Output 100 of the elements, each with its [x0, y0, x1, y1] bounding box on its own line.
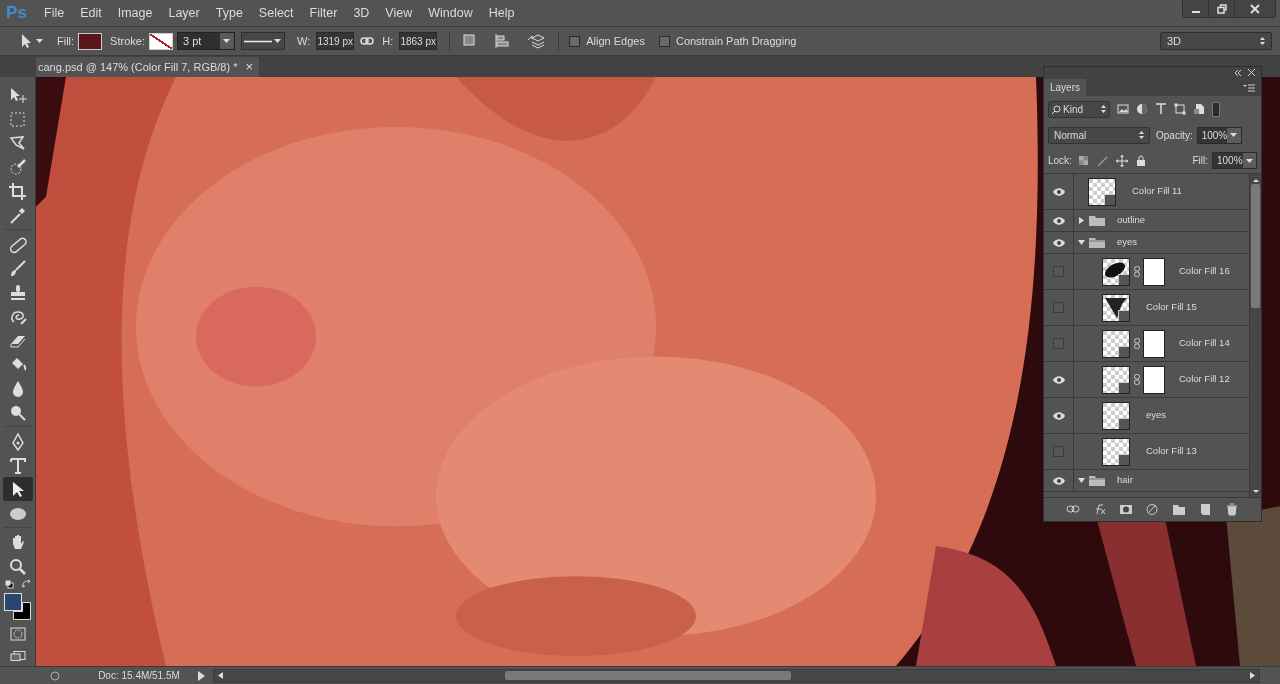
zoom-level-icon[interactable] — [50, 670, 60, 681]
eye-icon[interactable] — [1052, 411, 1065, 420]
menu-item[interactable]: Image — [109, 2, 161, 24]
fill-label: Fill: — [1192, 154, 1208, 168]
scroll-thumb[interactable] — [1251, 184, 1260, 308]
menu-item[interactable]: View — [377, 2, 421, 24]
layer-name[interactable]: eyes — [1146, 408, 1167, 423]
document-size: Doc: 15.4M/51.5M — [97, 669, 181, 683]
document-tab[interactable]: cang.psd @ 147% (Color Fill 7, RGB/8) * × — [36, 57, 260, 77]
lock-position-icon[interactable] — [1115, 154, 1128, 167]
menu-item[interactable]: Edit — [72, 2, 110, 24]
new-layer-icon[interactable] — [1198, 503, 1213, 516]
layer-name[interactable]: Color Fill 11 — [1132, 184, 1182, 199]
fill-field[interactable]: 100% — [1212, 152, 1257, 169]
checkbox[interactable] — [569, 35, 581, 47]
stroke-width-dropdown[interactable]: 3 pt — [176, 32, 235, 50]
menu-item[interactable]: Help — [480, 2, 523, 24]
adjustment-layer-icon[interactable] — [1145, 503, 1160, 516]
quick-select-icon — [7, 157, 28, 177]
menu-item[interactable]: File — [36, 2, 73, 24]
link-icon[interactable] — [360, 37, 375, 45]
horizontal-scrollbar[interactable] — [213, 668, 1260, 683]
document-title: cang.psd @ 147% (Color Fill 7, RGB/8) * — [38, 59, 238, 75]
stroke-swatch[interactable] — [148, 32, 173, 50]
layer-name[interactable]: hair — [1117, 473, 1133, 488]
eye-icon[interactable] — [1052, 375, 1065, 384]
filter-kind-dropdown[interactable]: Kind — [1048, 100, 1110, 118]
eye-icon[interactable] — [1052, 238, 1065, 247]
visibility-checkbox[interactable] — [1053, 338, 1064, 349]
layer-thumbnail — [1102, 293, 1130, 322]
chain-link-icon[interactable] — [1134, 338, 1140, 349]
layer-name[interactable]: Color Fill 14 — [1179, 336, 1230, 351]
scroll-thumb[interactable] — [505, 671, 791, 680]
workspace-dropdown[interactable]: 3D — [1160, 32, 1272, 50]
caret-icon — [223, 39, 231, 43]
menu-item[interactable]: Type — [207, 2, 251, 24]
smart-object-filter-icon[interactable] — [1193, 103, 1205, 115]
disclosure-triangle-icon[interactable] — [1078, 239, 1085, 246]
line-style-dropdown[interactable] — [240, 32, 285, 50]
stepper-icon — [1101, 105, 1106, 113]
chain-link-icon[interactable] — [1134, 374, 1140, 385]
close-tab-icon[interactable]: × — [245, 57, 254, 77]
lock-paint-icon[interactable] — [1096, 154, 1109, 167]
opacity-label: Opacity: — [1156, 128, 1193, 143]
collapse-panel-icon[interactable] — [1234, 69, 1242, 76]
scrollbar[interactable] — [1249, 174, 1261, 497]
fill-swatch[interactable] — [78, 32, 103, 50]
disclosure-triangle-icon[interactable] — [1078, 477, 1085, 484]
checkbox[interactable] — [658, 35, 670, 47]
foreground-color-swatch[interactable] — [4, 593, 22, 611]
screen-mode-icon[interactable] — [9, 651, 26, 661]
menu-item[interactable]: Select — [250, 2, 302, 24]
menu-item[interactable]: Layer — [160, 2, 208, 24]
link-layers-icon[interactable] — [1066, 503, 1081, 516]
adjustment-filter-icon[interactable] — [1136, 103, 1148, 115]
tool-preset-picker[interactable] — [20, 33, 43, 49]
height-field[interactable]: 1863 px — [399, 32, 438, 50]
tool-button[interactable] — [2, 477, 33, 501]
default-colors-icon[interactable] — [4, 580, 14, 592]
delete-layer-icon[interactable] — [1224, 503, 1239, 516]
eye-icon[interactable] — [1052, 216, 1065, 225]
layer-name[interactable]: Color Fill 16 — [1179, 264, 1230, 279]
status-menu-icon[interactable] — [198, 670, 205, 681]
shape-filter-icon[interactable] — [1174, 103, 1186, 115]
layer-name[interactable]: Color Fill 13 — [1146, 444, 1197, 459]
visibility-checkbox[interactable] — [1053, 302, 1064, 313]
disclosure-triangle-icon[interactable] — [1078, 217, 1085, 224]
pixel-filter-icon[interactable] — [1117, 103, 1129, 115]
eye-icon[interactable] — [1052, 187, 1065, 196]
crop-icon — [7, 181, 28, 201]
opacity-field[interactable]: 100% — [1196, 126, 1242, 144]
new-group-icon[interactable] — [1171, 503, 1186, 516]
width-field[interactable]: 1319 px — [316, 32, 355, 50]
folder-icon — [1089, 215, 1105, 226]
filter-toggle[interactable] — [1212, 101, 1220, 117]
layer-name[interactable]: Color Fill 15 — [1146, 300, 1197, 315]
visibility-checkbox[interactable] — [1053, 446, 1064, 457]
layer-mask-icon[interactable] — [1119, 503, 1134, 516]
panel-tab[interactable]: Layers — [1044, 79, 1086, 96]
close-panel-icon[interactable] — [1248, 69, 1255, 76]
menu-item[interactable]: Window — [420, 2, 481, 24]
menu-item[interactable]: 3D — [345, 2, 378, 24]
blend-mode-dropdown[interactable]: Normal — [1048, 126, 1150, 144]
eye-icon[interactable] — [1052, 476, 1065, 485]
lasso-icon — [7, 133, 28, 153]
layer-name[interactable]: eyes — [1117, 235, 1138, 250]
menu-item[interactable]: Filter — [301, 2, 346, 24]
visibility-checkbox[interactable] — [1053, 266, 1064, 277]
background-color-swatch[interactable] — [13, 602, 31, 620]
layer-name[interactable]: outline — [1117, 213, 1145, 228]
layer-name[interactable]: Color Fill 12 — [1179, 372, 1230, 387]
quick-mask-icon[interactable] — [9, 627, 26, 641]
type-filter-icon[interactable] — [1155, 103, 1167, 115]
lock-transparency-icon[interactable] — [1077, 154, 1090, 167]
path-arrangement-icon[interactable] — [526, 33, 547, 49]
panel-menu-icon[interactable] — [1243, 84, 1255, 92]
chain-link-icon[interactable] — [1134, 266, 1140, 277]
height-label: H: — [382, 33, 394, 49]
lock-icon[interactable] — [1134, 154, 1147, 167]
dashed-square-icon — [7, 109, 28, 129]
